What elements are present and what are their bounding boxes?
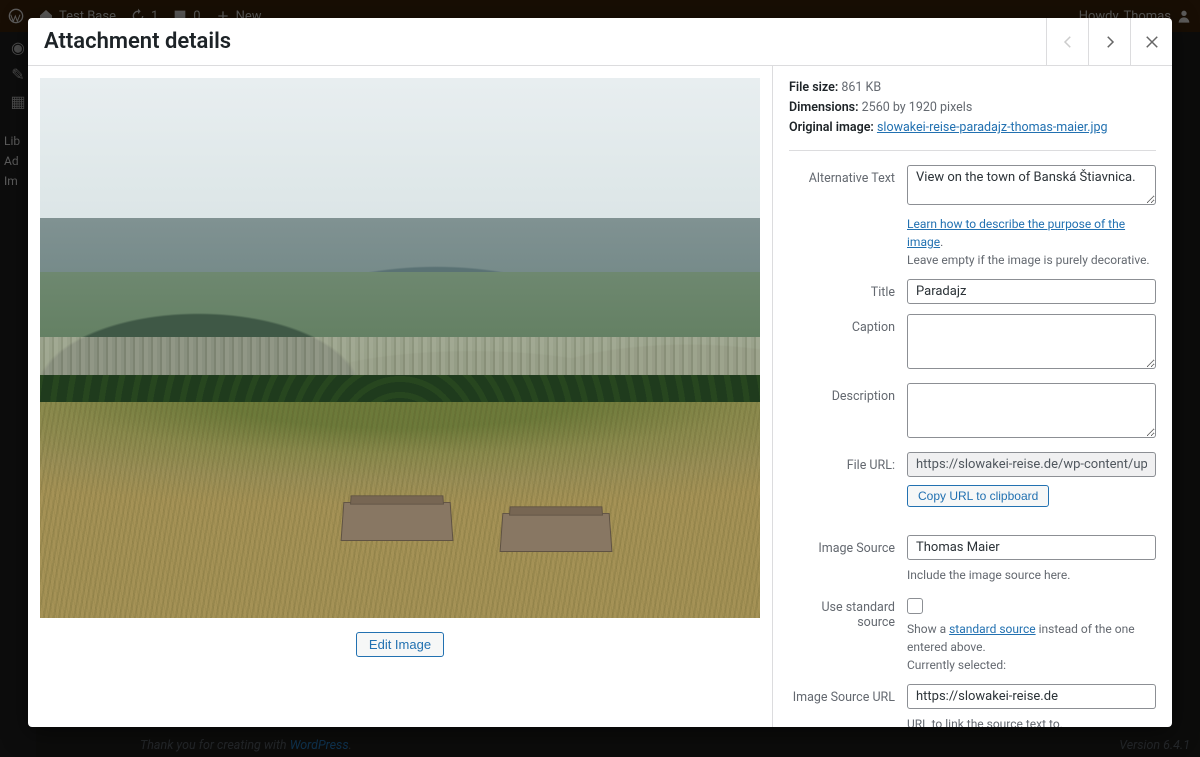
alt-help-text: Leave empty if the image is purely decor… (907, 253, 1150, 267)
prev-attachment-button (1046, 18, 1088, 66)
title-input[interactable] (907, 279, 1156, 304)
close-modal-button[interactable] (1130, 18, 1172, 66)
image-source-help: Include the image source here. (907, 566, 1156, 584)
edit-image-button[interactable]: Edit Image (356, 632, 444, 657)
attachment-image (40, 78, 760, 618)
alt-text-label: Alternative Text (789, 165, 907, 186)
use-standard-checkbox[interactable] (907, 598, 923, 614)
currently-selected-text: Currently selected: (907, 658, 1006, 672)
meta-dimensions: Dimensions: 2560 by 1920 pixels (789, 98, 1156, 118)
image-source-input[interactable] (907, 535, 1156, 560)
copy-url-button[interactable]: Copy URL to clipboard (907, 485, 1049, 507)
description-input[interactable] (907, 383, 1156, 438)
standard-source-link[interactable]: standard source (949, 622, 1036, 636)
source-url-input[interactable] (907, 684, 1156, 709)
attachment-preview: Edit Image (28, 66, 772, 727)
bench-shape (341, 502, 454, 541)
title-label: Title (789, 279, 907, 300)
image-source-label: Image Source (789, 535, 907, 556)
attachment-details-modal: Attachment details Edit Image (28, 18, 1172, 727)
file-url-input[interactable] (907, 452, 1156, 477)
description-label: Description (789, 383, 907, 404)
alt-text-input[interactable]: View on the town of Banská Štiavnica. (907, 165, 1156, 205)
alt-help-link[interactable]: Learn how to describe the purpose of the… (907, 217, 1125, 249)
bench-shape (499, 513, 612, 552)
meta-file-size: File size: 861 KB (789, 78, 1156, 98)
caption-input[interactable] (907, 314, 1156, 369)
modal-header: Attachment details (28, 18, 1172, 66)
file-url-label: File URL: (789, 452, 907, 473)
meta-original-image: Original image: slowakei-reise-paradajz-… (789, 118, 1156, 138)
use-standard-label: Use standard source (789, 594, 907, 630)
next-attachment-button[interactable] (1088, 18, 1130, 66)
source-url-help: URL to link the source text to. (907, 715, 1156, 727)
modal-title: Attachment details (28, 29, 1046, 54)
caption-label: Caption (789, 314, 907, 335)
source-url-label: Image Source URL (789, 684, 907, 705)
original-image-link[interactable]: slowakei-reise-paradajz-thomas-maier.jpg (877, 120, 1108, 135)
attachment-details-panel: File size: 861 KB Dimensions: 2560 by 19… (772, 66, 1172, 727)
